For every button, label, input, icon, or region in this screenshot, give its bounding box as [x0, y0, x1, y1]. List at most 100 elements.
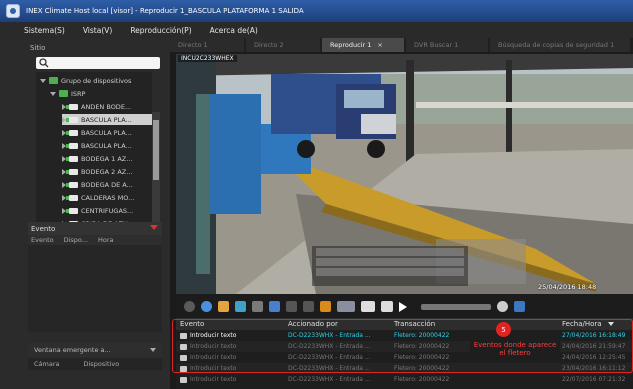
window-title: INEX Climate Host local [visor] - Reprod…: [26, 7, 304, 15]
volume-icon[interactable]: [497, 301, 508, 312]
camera-icon: [66, 168, 78, 175]
tree-folder[interactable]: Grupo de dispositivos: [40, 75, 152, 86]
search-icon: [39, 58, 49, 68]
column-dispositivo-2[interactable]: Dispositivo: [84, 360, 120, 368]
tree-camera-item[interactable]: BODEGA 2 AZ...: [62, 166, 152, 177]
tree-camera-item[interactable]: BASCULA PLA...: [62, 127, 152, 138]
speed-icon[interactable]: [337, 301, 355, 312]
camera-icon: [66, 181, 78, 188]
column-dispositivo[interactable]: Dispo...: [64, 236, 88, 244]
site-label: Sitio: [30, 44, 46, 52]
tree-camera-item[interactable]: CENTRIFUGAS...: [62, 205, 152, 216]
play-icon[interactable]: [399, 301, 407, 312]
column-evento[interactable]: Evento: [31, 236, 54, 244]
tab-bar: Directo 1 Directo 2 Reproducir 1 × DVR Busca…: [170, 38, 633, 52]
annotation-highlight-box: [172, 319, 633, 373]
title-bar: INEX Climate Host local [visor] - Reprod…: [0, 0, 633, 22]
camera-label: INCU2C233WHEX: [178, 55, 237, 62]
menu-vista[interactable]: Vista(V): [83, 26, 112, 35]
tree-item-label: ANDEN BODE...: [81, 102, 132, 111]
tree-item-label: CALDERAS MO...: [81, 193, 135, 202]
tree-camera-item[interactable]: CALDERAS MO...: [62, 192, 152, 203]
tree-camera-item[interactable]: ANDEN BODE...: [62, 101, 152, 112]
tree-item-label: BASCULA PLA...: [81, 141, 132, 150]
fullscreen-icon[interactable]: [514, 301, 525, 312]
tab-label: Búsqueda de copias de seguridad 1: [498, 41, 615, 49]
tab-4[interactable]: Búsqueda de copias de seguridad 1: [490, 38, 630, 52]
event-panel-header[interactable]: Evento: [28, 222, 162, 235]
tree-item-label: BASCULA PLA...: [81, 115, 132, 124]
cell-datetime: 22/07/2016 07:21:32: [562, 376, 626, 383]
popup-window-select[interactable]: Ventana emergente a...: [28, 343, 162, 357]
chevron-down-icon: [150, 348, 156, 352]
tree-item-label: ISRP: [71, 89, 86, 98]
step-back-icon[interactable]: [361, 301, 375, 312]
tab-label: DVR Buscar 1: [414, 41, 459, 49]
device-search-input[interactable]: [36, 57, 160, 69]
snapshot-icon[interactable]: [218, 301, 229, 312]
layout-icon[interactable]: [252, 301, 263, 312]
tab-label: Reproducir 1: [330, 41, 372, 49]
copy-icon[interactable]: [303, 301, 314, 312]
column-hora[interactable]: Hora: [98, 236, 114, 244]
tree-item-label: Grupo de dispositivos: [61, 76, 132, 85]
save-icon[interactable]: [269, 301, 280, 312]
tree-camera-item[interactable]: BODEGA DE A...: [62, 179, 152, 190]
app-icon: [6, 4, 20, 18]
expand-down-icon[interactable]: [40, 78, 46, 83]
collapse-chevron-icon[interactable]: [150, 225, 158, 230]
camera-icon: [66, 207, 78, 214]
clip-icon[interactable]: [286, 301, 297, 312]
camera-icon: [66, 103, 78, 110]
sync-icon[interactable]: [184, 301, 195, 312]
camera-icon: [66, 194, 78, 201]
menu-bar: Sistema(S) Vista(V) Reproducción(P) Acer…: [0, 22, 633, 38]
tree-item-label: BODEGA DE A...: [81, 180, 133, 189]
text-event-icon: [180, 376, 187, 383]
cell-by: DC-D2233WHX - Entrada ...: [288, 376, 371, 383]
popup-window-label: Ventana emergente a...: [34, 346, 111, 354]
table-row[interactable]: Introducir texto DC-D2233WHX - Entrada ..…: [176, 374, 633, 385]
osd-text-overlay: [312, 246, 468, 286]
tree-camera-item[interactable]: BODEGA 1 AZ...: [62, 153, 152, 164]
event-panel-columns: Evento Dispo... Hora: [28, 235, 162, 245]
cell-text: Introducir texto: [190, 376, 237, 383]
tab-label: Directo 2: [254, 41, 284, 49]
video-timestamp: 25/04/2016 18:48: [538, 283, 597, 291]
column-camara[interactable]: Cámara: [34, 360, 60, 368]
tree-camera-item[interactable]: BASCULA PLA...: [62, 140, 152, 151]
expand-down-icon[interactable]: [50, 91, 56, 96]
scrollbar-thumb[interactable]: [153, 120, 159, 180]
video-viewport[interactable]: INCU2C233WHEX 25/04/2016 18:48: [176, 54, 633, 294]
tab-2[interactable]: Reproducir 1 ×: [322, 38, 404, 52]
search-icon[interactable]: [201, 301, 212, 312]
cell-event: Introducir texto: [176, 376, 284, 383]
menu-sistema[interactable]: Sistema(S): [24, 26, 65, 35]
camera-icon: [66, 155, 78, 162]
export-icon[interactable]: [235, 301, 246, 312]
menu-acerca-de[interactable]: Acerca de(A): [210, 26, 258, 35]
tree-folder[interactable]: ISRP: [50, 88, 152, 99]
tree-camera-item[interactable]: BASCULA PLA...: [62, 114, 152, 125]
tab-1[interactable]: Directo 2: [246, 38, 320, 52]
tab-0[interactable]: Directo 1: [170, 38, 244, 52]
annotation-badge: 5: [496, 322, 511, 337]
camera-icon: [66, 116, 78, 123]
cell-transaction: Fletero: 20000422: [394, 376, 450, 383]
tree-item-label: BODEGA 2 AZ...: [81, 167, 133, 176]
playback-controls: [176, 296, 633, 317]
device-columns: Cámara Dispositivo: [28, 358, 162, 370]
folder-icon: [59, 90, 68, 97]
seek-bar[interactable]: [421, 303, 491, 310]
event-panel-title: Evento: [31, 224, 56, 233]
camera-icon: [66, 129, 78, 136]
bookmark-icon[interactable]: [320, 301, 331, 312]
step-forward-icon[interactable]: [381, 301, 393, 312]
tab-3[interactable]: DVR Buscar 1: [406, 38, 488, 52]
menu-reproduccion[interactable]: Reproducción(P): [130, 26, 191, 35]
tab-label: Directo 1: [178, 41, 208, 49]
close-tab-icon[interactable]: ×: [377, 41, 382, 49]
tree-item-label: BASCULA PLA...: [81, 128, 132, 137]
annotation-callout: Eventos donde aparece el fletero: [470, 341, 560, 357]
event-panel: Evento Evento Dispo... Hora: [28, 222, 162, 332]
